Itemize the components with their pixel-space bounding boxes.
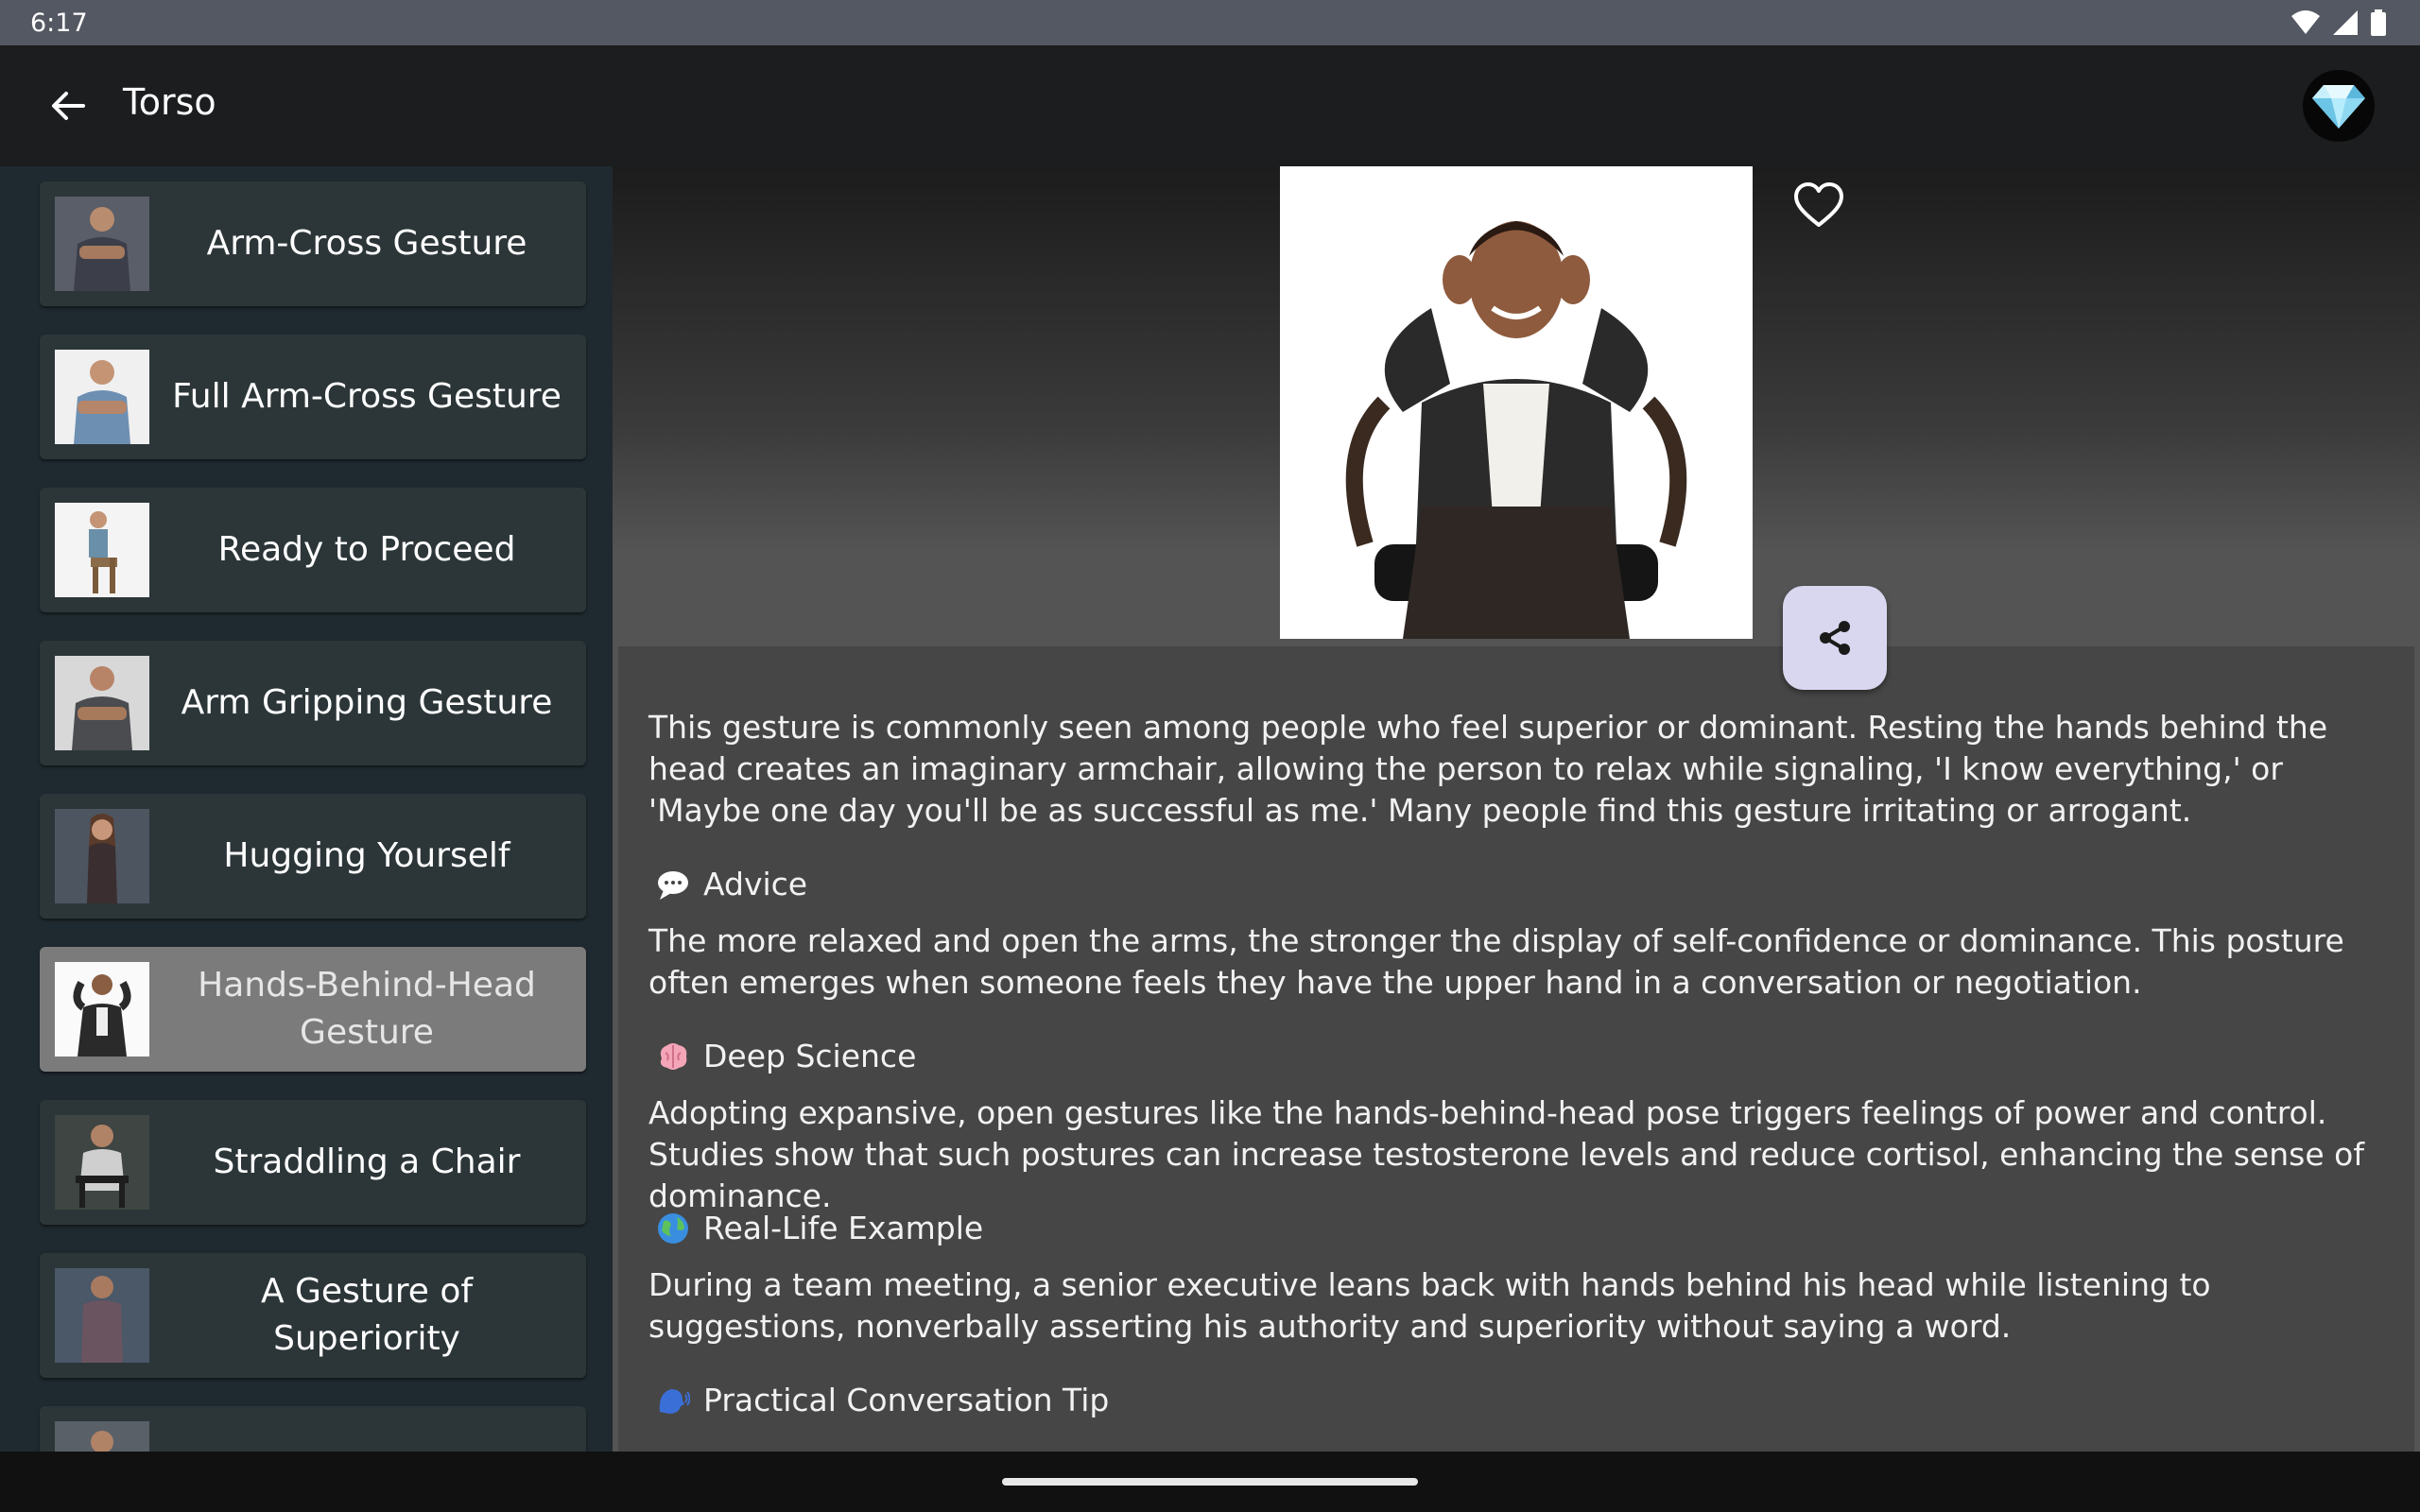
- list-item-gesture-of-superiority[interactable]: A Gesture of Superiority: [40, 1253, 586, 1378]
- section-title: Practical Conversation Tip: [703, 1382, 1110, 1418]
- gesture-list[interactable]: Arm-Cross Gesture Full Arm-Cross Gesture…: [0, 166, 613, 1452]
- list-item-label: Arm Gripping Gesture: [181, 683, 553, 722]
- section-title: Advice: [703, 866, 808, 902]
- list-item-label: Ready to Proceed: [217, 530, 516, 569]
- list-item-straddling-chair[interactable]: Straddling a Chair: [40, 1100, 586, 1225]
- description-panel[interactable]: This gesture is commonly seen among peop…: [618, 646, 2414, 1452]
- navigation-bar: [0, 1452, 2420, 1512]
- thumbnail: [55, 1115, 149, 1210]
- section-title: Deep Science: [703, 1038, 917, 1074]
- thumbnail: [55, 503, 149, 597]
- list-item-partial[interactable]: [40, 1406, 586, 1452]
- list-item-label: Hugging Yourself: [223, 836, 510, 875]
- speech-bubble-icon: [658, 871, 688, 900]
- signal-icon: [2333, 10, 2358, 35]
- section-text: During a team meeting, a senior executiv…: [648, 1266, 2211, 1345]
- list-item-label: Full Arm-Cross Gesture: [172, 377, 562, 416]
- list-item-ready-to-proceed[interactable]: Ready to Proceed: [40, 488, 586, 612]
- system-icons: [2291, 9, 2386, 36]
- home-gesture-handle[interactable]: [1002, 1478, 1418, 1486]
- section-heading-advice: Advice: [656, 864, 807, 905]
- list-item-label: Arm-Cross Gesture: [206, 224, 527, 263]
- gesture-illustration: [1280, 166, 1753, 639]
- thumbnail: [55, 962, 149, 1057]
- list-item-arm-cross[interactable]: Arm-Cross Gesture: [40, 181, 586, 306]
- premium-button[interactable]: [2303, 70, 2375, 142]
- back-arrow-icon[interactable]: [45, 83, 91, 129]
- app-bar: Torso: [0, 45, 2420, 166]
- list-item-hands-behind-head[interactable]: Hands-Behind-Head Gesture: [40, 947, 586, 1072]
- page-title: Torso: [123, 81, 216, 123]
- list-item-label: A Gesture of Superiority: [260, 1272, 474, 1358]
- thumbnail: [55, 656, 149, 750]
- list-item-full-arm-cross[interactable]: Full Arm-Cross Gesture: [40, 335, 586, 459]
- list-item-label: Straddling a Chair: [213, 1143, 521, 1181]
- intro-text: This gesture is commonly seen among peop…: [648, 709, 2328, 829]
- battery-icon: [2371, 9, 2386, 36]
- section-heading-real-life-example: Real-Life Example: [656, 1208, 983, 1249]
- status-bar: 6:17: [0, 0, 2420, 45]
- diamond-icon: [2312, 85, 2365, 129]
- section-heading-practical-tip: Practical Conversation Tip: [656, 1380, 1109, 1421]
- brain-icon: [660, 1043, 687, 1070]
- thumbnail: [55, 1268, 149, 1363]
- thumbnail: [55, 1421, 149, 1452]
- list-item-label: Hands-Behind-Head Gesture: [198, 966, 536, 1052]
- section-title: Real-Life Example: [703, 1210, 984, 1246]
- section-text: Adopting expansive, open gestures like t…: [648, 1094, 2364, 1214]
- thumbnail: [55, 809, 149, 903]
- favorite-heart-icon[interactable]: [1792, 180, 1845, 232]
- thumbnail: [55, 197, 149, 291]
- globe-icon: [658, 1213, 688, 1244]
- wifi-icon: [2291, 10, 2320, 34]
- list-item-hugging-yourself[interactable]: Hugging Yourself: [40, 794, 586, 919]
- share-button[interactable]: [1783, 586, 1887, 690]
- thumbnail: [55, 350, 149, 444]
- status-time: 6:17: [30, 8, 88, 38]
- section-heading-deep-science: Deep Science: [656, 1036, 916, 1077]
- speaking-head-icon: [659, 1389, 690, 1414]
- section-text: The more relaxed and open the arms, the …: [648, 922, 2344, 1001]
- share-icon: [1820, 621, 1850, 655]
- list-item-arm-gripping[interactable]: Arm Gripping Gesture: [40, 641, 586, 765]
